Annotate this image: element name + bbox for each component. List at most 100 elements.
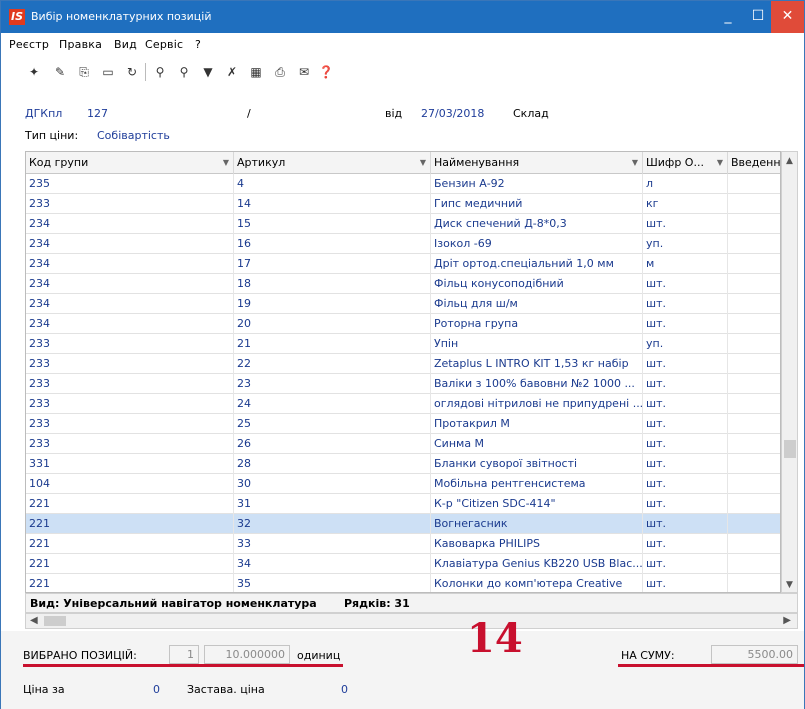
mail-icon[interactable]: ✉ (295, 63, 313, 81)
table-row[interactable]: 221 35 Колонки до комп'ютера Creative шт. (26, 574, 780, 592)
table-cell (728, 514, 780, 534)
filter-dropdown-icon[interactable]: ▼ (420, 152, 426, 174)
table-cell: Роторна група (431, 314, 643, 334)
table-row[interactable]: 221 33 Кавоварка PHILIPS шт. (26, 534, 780, 554)
positions-count-field: 1 (169, 645, 199, 664)
refresh-icon[interactable]: ↻ (123, 63, 141, 81)
column-header-article[interactable]: Артикул ▼ (234, 152, 431, 174)
menu-service[interactable]: Сервіс (145, 38, 183, 51)
table-cell: 31 (234, 494, 431, 514)
title-bar[interactable]: IS Вибір номенклатурних позицій _ ☐ ✕ (1, 1, 804, 33)
doc-number: 127 (87, 107, 108, 120)
minimize-button[interactable]: _ (713, 1, 743, 33)
table-row[interactable]: 233 21 Упін уп. (26, 334, 780, 354)
table-footer: Вид: Універсальний навігатор номенклатур… (25, 593, 798, 613)
table-row[interactable]: 233 23 Валіки з 100% бавовни №2 1000 ... шт… (26, 374, 780, 394)
price-value: 0 (153, 683, 160, 696)
duplicate-icon[interactable]: ▭ (99, 63, 117, 81)
scroll-up-icon[interactable]: ▲ (782, 156, 797, 166)
table-row[interactable]: 233 26 Синма Мшт. (26, 434, 780, 454)
table-row[interactable]: 233 14 Гипс медичний кг (26, 194, 780, 214)
menu-edit[interactable]: Правка (59, 38, 102, 51)
table-row[interactable]: 234 16 Ізокол -69 уп. (26, 234, 780, 254)
vertical-scrollbar[interactable]: ▲ ▼ (781, 151, 798, 593)
column-header-entry[interactable]: Введення (728, 152, 780, 174)
scroll-thumb[interactable] (784, 440, 796, 458)
table-cell: Валіки з 100% бавовни №2 1000 ... (431, 374, 643, 394)
table-row[interactable]: 233 22 Zetaplus L INTRO KIT 1,53 кг набір ш… (26, 354, 780, 374)
table-row[interactable]: 234 15 Диск спечений Д-8*0,3 шт. (26, 214, 780, 234)
column-header-name[interactable]: Найменування ▼ (431, 152, 643, 174)
sum-label: НА СУМУ: (621, 649, 675, 662)
table-cell: шт. (643, 494, 728, 514)
table-cell: Zetaplus L INTRO KIT 1,53 кг набір (431, 354, 643, 374)
table-cell: Диск спечений Д-8*0,3 (431, 214, 643, 234)
items-table[interactable]: Код групи ▼ Артикул ▼ Найменування ▼ Шифр О… (25, 151, 781, 593)
table-row[interactable]: 221 31 К-р "Citizen SDC-414" шт. (26, 494, 780, 514)
table-cell (728, 414, 780, 434)
horizontal-scrollbar[interactable]: ◀ ▶ (25, 613, 798, 629)
table-cell (728, 234, 780, 254)
price-type-value: Собівартість (97, 129, 170, 142)
table-cell: 24 (234, 394, 431, 414)
filter-dropdown-icon[interactable]: ▼ (632, 152, 638, 174)
table-row[interactable]: 233 25 Протакрил Мшт. (26, 414, 780, 434)
filter-dropdown-icon[interactable]: ▼ (223, 152, 229, 174)
table-cell (728, 334, 780, 354)
table-cell: 233 (26, 334, 234, 354)
column-header-group-code[interactable]: Код групи ▼ (26, 152, 234, 174)
search-icon[interactable]: ⚲ (151, 63, 169, 81)
table-cell: шт. (643, 214, 728, 234)
table-cell: 17 (234, 254, 431, 274)
table-row[interactable]: 235 4 Бензин А-92 л (26, 174, 780, 194)
clear-filter-icon[interactable]: ✗ (223, 63, 241, 81)
scroll-left-icon[interactable]: ◀ (30, 615, 38, 626)
table-row[interactable]: 233 24 оглядові нітрилові не припудрені ..… (26, 394, 780, 414)
table-row[interactable]: 221 32 Вогнегасник шт. (26, 514, 780, 534)
table-cell (728, 374, 780, 394)
scroll-down-icon[interactable]: ▼ (782, 580, 797, 590)
warehouse-label: Склад (513, 107, 549, 120)
table-cell: шт. (643, 354, 728, 374)
new-item-icon[interactable]: ✦ (25, 63, 43, 81)
table-row[interactable]: 104 30 Мобільна рентгенсистема шт. (26, 474, 780, 494)
table-row[interactable]: 234 19 Фільц для ш/м шт. (26, 294, 780, 314)
table-cell: Мобільна рентгенсистема (431, 474, 643, 494)
filter-dropdown-icon[interactable]: ▼ (717, 152, 723, 174)
table-cell: 16 (234, 234, 431, 254)
close-button[interactable]: ✕ (771, 1, 804, 33)
table-cell: шт. (643, 554, 728, 574)
scroll-thumb[interactable] (44, 616, 66, 626)
table-cell: шт. (643, 294, 728, 314)
table-cell (728, 434, 780, 454)
maximize-button[interactable]: ☐ (743, 1, 773, 33)
table-row[interactable]: 234 18 Фільц конусоподібний шт. (26, 274, 780, 294)
table-cell (728, 554, 780, 574)
copy-item-icon[interactable]: ⎘ (75, 63, 93, 81)
column-header-unit-code[interactable]: Шифр О... ▼ (643, 152, 728, 174)
table-cell: шт. (643, 534, 728, 554)
table-cell: 221 (26, 534, 234, 554)
table-row[interactable]: 331 28 Бланки суворої звітності шт. (26, 454, 780, 474)
menu-registry[interactable]: Реєстр (9, 38, 49, 51)
edit-item-icon[interactable]: ✎ (51, 63, 69, 81)
table-cell: 21 (234, 334, 431, 354)
filter-icon[interactable]: ▼ (199, 63, 217, 81)
column-label: Найменування (434, 156, 520, 169)
underline-sum (618, 664, 804, 667)
table-row[interactable]: 234 17 Дріт ортод.спеціальний 1,0 мм м (26, 254, 780, 274)
menu-help[interactable]: ? (195, 38, 201, 51)
help-icon[interactable]: ❓ (317, 63, 335, 81)
search-next-icon[interactable]: ⚲ (175, 63, 193, 81)
scroll-right-icon[interactable]: ▶ (783, 615, 791, 626)
rows-count: Рядків: 31 (344, 597, 410, 610)
table-row[interactable]: 234 20 Роторна група шт. (26, 314, 780, 334)
table-cell: 104 (26, 474, 234, 494)
table-cell: шт. (643, 434, 728, 454)
grid-view-icon[interactable]: ▦ (247, 63, 265, 81)
print-preview-icon[interactable]: ⎙ (271, 63, 289, 81)
menu-view[interactable]: Вид (114, 38, 137, 51)
table-cell (728, 574, 780, 592)
view-label: Вид: Універсальний навігатор номенклатур… (30, 597, 317, 610)
table-row[interactable]: 221 34 Клавіатура Genius KB220 USB Blac...… (26, 554, 780, 574)
